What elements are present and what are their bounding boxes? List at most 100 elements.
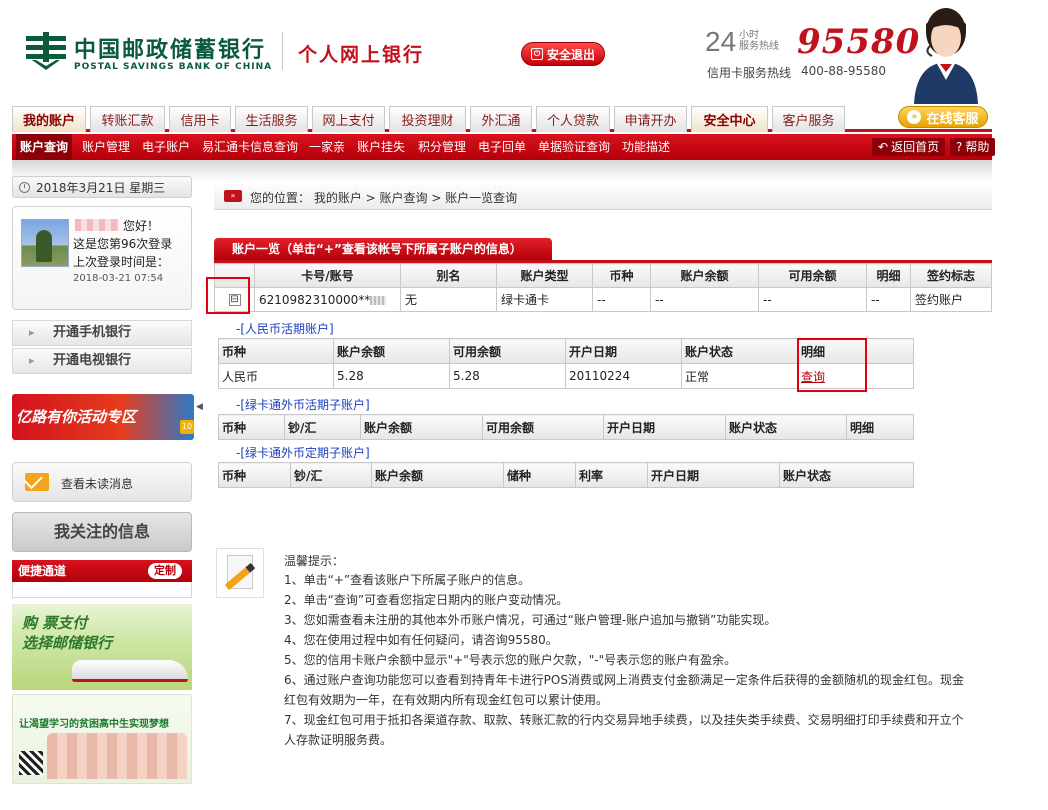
balance-cell: 5.28 bbox=[333, 363, 450, 389]
tab-personal-loan[interactable]: 个人贷款 bbox=[536, 106, 610, 132]
students-photo bbox=[47, 733, 187, 779]
tab-label: 转账汇款 bbox=[101, 114, 154, 129]
column-header: 明细 bbox=[797, 338, 914, 364]
breadcrumb-arrow-icon: » bbox=[224, 190, 242, 202]
card-hotline-number: 400-88-95580 bbox=[801, 64, 887, 78]
ad-ticket-payment[interactable]: 购 票支付 选择邮储银行 bbox=[12, 604, 192, 690]
collapse-toggle-icon[interactable]: ⊟ bbox=[228, 293, 241, 306]
help-link[interactable]: ? 帮助 bbox=[950, 138, 996, 156]
column-header: 账户状态 bbox=[779, 462, 914, 488]
column-header: 币种 bbox=[218, 414, 285, 440]
customize-button[interactable]: 定制 bbox=[148, 563, 182, 579]
tip-item: 2、单击“查询”可查看您指定日期内的账户变动情况。 bbox=[284, 593, 569, 607]
account-overview-table: 卡号/账号 别名 账户类型 币种 账户余额 可用余额 明细 签约标志 ⊟ 621… bbox=[214, 263, 992, 312]
back-home-link[interactable]: ↶ 返回首页 bbox=[872, 138, 946, 156]
subnav-report-loss[interactable]: 账户挂失 bbox=[357, 134, 405, 160]
column-header: 钞/汇 bbox=[290, 462, 372, 488]
sidebar-collapse-icon[interactable]: ◀ bbox=[196, 402, 203, 412]
tab-label: 客户服务 bbox=[782, 114, 835, 129]
last-login-label: 上次登录时间是： bbox=[73, 255, 170, 269]
header-divider bbox=[282, 32, 283, 70]
hotline-24: 24 bbox=[705, 26, 737, 57]
tips-list: 1、单击“+”查看该账户下所属子账户的信息。 2、单击“查询”可查看您指定日期内… bbox=[284, 570, 984, 750]
subnav-account-management[interactable]: 账户管理 bbox=[82, 134, 130, 160]
tips-title: 温馨提示： bbox=[284, 554, 345, 568]
sign-cell: 签约账户 bbox=[910, 287, 992, 312]
online-service-label: 在线客服 bbox=[926, 111, 979, 127]
subnav-e-receipt[interactable]: 电子回单 bbox=[478, 134, 526, 160]
detail-cell: -- bbox=[866, 287, 911, 312]
tab-online-payment[interactable]: 网上支付 bbox=[312, 106, 385, 132]
logout-label: 安全退出 bbox=[546, 47, 595, 62]
promo-banner[interactable]: 亿路有你活动专区 10 bbox=[12, 394, 194, 440]
power-icon: ⏻ bbox=[530, 48, 543, 60]
column-header: 币种 bbox=[218, 338, 334, 364]
tab-credit-card[interactable]: 信用卡 bbox=[169, 106, 231, 132]
currency-cell: 人民币 bbox=[218, 363, 334, 389]
alias-cell: 无 bbox=[400, 287, 497, 312]
subnav-function-desc[interactable]: 功能描述 bbox=[622, 134, 670, 160]
available-cell: 5.28 bbox=[449, 363, 566, 389]
table-row: 人民币 5.28 5.28 20110224 正常 查询 bbox=[218, 363, 914, 389]
double-chevron-icon: » bbox=[907, 110, 922, 124]
open-tv-banking-link[interactable]: 开通电视银行 bbox=[12, 348, 192, 374]
subnav-points[interactable]: 积分管理 bbox=[418, 134, 466, 160]
tab-label: 网上支付 bbox=[322, 114, 375, 129]
column-header: 账户状态 bbox=[725, 414, 847, 440]
online-service-button[interactable]: » 在线客服 bbox=[898, 106, 988, 128]
pencil-note-icon bbox=[216, 548, 264, 598]
table-header-row: 币种 账户余额 可用余额 开户日期 账户状态 明细 bbox=[218, 338, 914, 364]
subnav-family[interactable]: 一家亲 bbox=[309, 134, 345, 160]
tab-customer-service[interactable]: 客户服务 bbox=[772, 106, 845, 132]
greeting: 您好！ bbox=[123, 219, 160, 233]
tab-forex[interactable]: 外汇通 bbox=[470, 106, 532, 132]
tip-item: 6、通过账户查询功能您可以查看到持青年卡进行POS消费或网上消费支付金额满足一定… bbox=[284, 673, 964, 687]
column-header: 账户余额 bbox=[333, 338, 450, 364]
ad-train-line2: 选择邮储银行 bbox=[22, 634, 113, 652]
toggle-column-header bbox=[214, 263, 255, 288]
breadcrumb: » 您的位置： 我的账户 > 账户查询 > 账户一览查询 bbox=[214, 182, 992, 210]
hotline-24-label: 小时 服务热线 bbox=[739, 30, 779, 52]
tab-label: 信用卡 bbox=[180, 114, 220, 129]
train-icon bbox=[72, 660, 188, 682]
ad-train-line1: 购 票支付 bbox=[22, 614, 88, 632]
tip-item: 1、单击“+”查看该账户下所属子账户的信息。 bbox=[284, 573, 531, 587]
column-header: 钞/汇 bbox=[284, 414, 361, 440]
date-display: 2018年3月21日 星期三 bbox=[12, 176, 192, 198]
subnav-document-verify[interactable]: 单据验证查询 bbox=[538, 134, 610, 160]
subnav-e-account[interactable]: 电子账户 bbox=[142, 134, 190, 160]
tab-life-services[interactable]: 生活服务 bbox=[235, 106, 308, 132]
ad-charity[interactable]: 让渴望学习的贫困高中生实现梦想 bbox=[12, 694, 192, 784]
avatar bbox=[21, 219, 69, 267]
tab-transfer[interactable]: 转账汇款 bbox=[90, 106, 165, 132]
login-count: 这是您第96次登录 bbox=[73, 237, 173, 251]
query-link[interactable]: 查询 bbox=[801, 370, 825, 384]
card-hotline-label: 信用卡服务热线 bbox=[707, 66, 792, 80]
clock-icon bbox=[19, 181, 30, 193]
subnav-account-query[interactable]: 账户查询 bbox=[16, 134, 73, 160]
column-header: 账户类型 bbox=[496, 263, 593, 288]
tab-apply[interactable]: 申请开办 bbox=[614, 106, 687, 132]
tab-label: 个人贷款 bbox=[546, 114, 599, 129]
open-mobile-banking-link[interactable]: 开通手机银行 bbox=[12, 320, 192, 346]
tab-security-center[interactable]: 安全中心 bbox=[691, 106, 768, 132]
tab-investment[interactable]: 投资理财 bbox=[389, 106, 466, 132]
fx-fixed-table: 币种 钞/汇 账户余额 储种 利率 开户日期 账户状态 bbox=[218, 462, 914, 488]
avatar-tree bbox=[36, 230, 52, 262]
back-home-label: 返回首页 bbox=[891, 140, 940, 154]
unread-messages-button[interactable]: 查看未读消息 bbox=[12, 462, 192, 502]
promo-badge: 10 bbox=[180, 420, 194, 434]
logout-button[interactable]: ⏻ 安全退出 bbox=[521, 42, 605, 66]
quick-access-body bbox=[12, 582, 192, 598]
last-login-time: 2018-03-21 07:54 bbox=[73, 273, 164, 284]
column-header: 开户日期 bbox=[603, 414, 726, 440]
product-name: 个人网上银行 bbox=[298, 44, 425, 66]
column-header: 币种 bbox=[218, 462, 291, 488]
followed-info-header[interactable]: 我关注的信息 bbox=[12, 512, 192, 552]
tab-my-account[interactable]: 我的账户 bbox=[12, 106, 86, 132]
column-header: 开户日期 bbox=[565, 338, 682, 364]
tab-label: 安全中心 bbox=[703, 114, 756, 129]
bank-logo[interactable]: 中国邮政储蓄银行 POSTAL SAVINGS BANK OF CHINA bbox=[24, 28, 274, 78]
bank-name-en: POSTAL SAVINGS BANK OF CHINA bbox=[74, 62, 273, 72]
subnav-yihuitong-card-query[interactable]: 易汇通卡信息查询 bbox=[202, 134, 298, 160]
